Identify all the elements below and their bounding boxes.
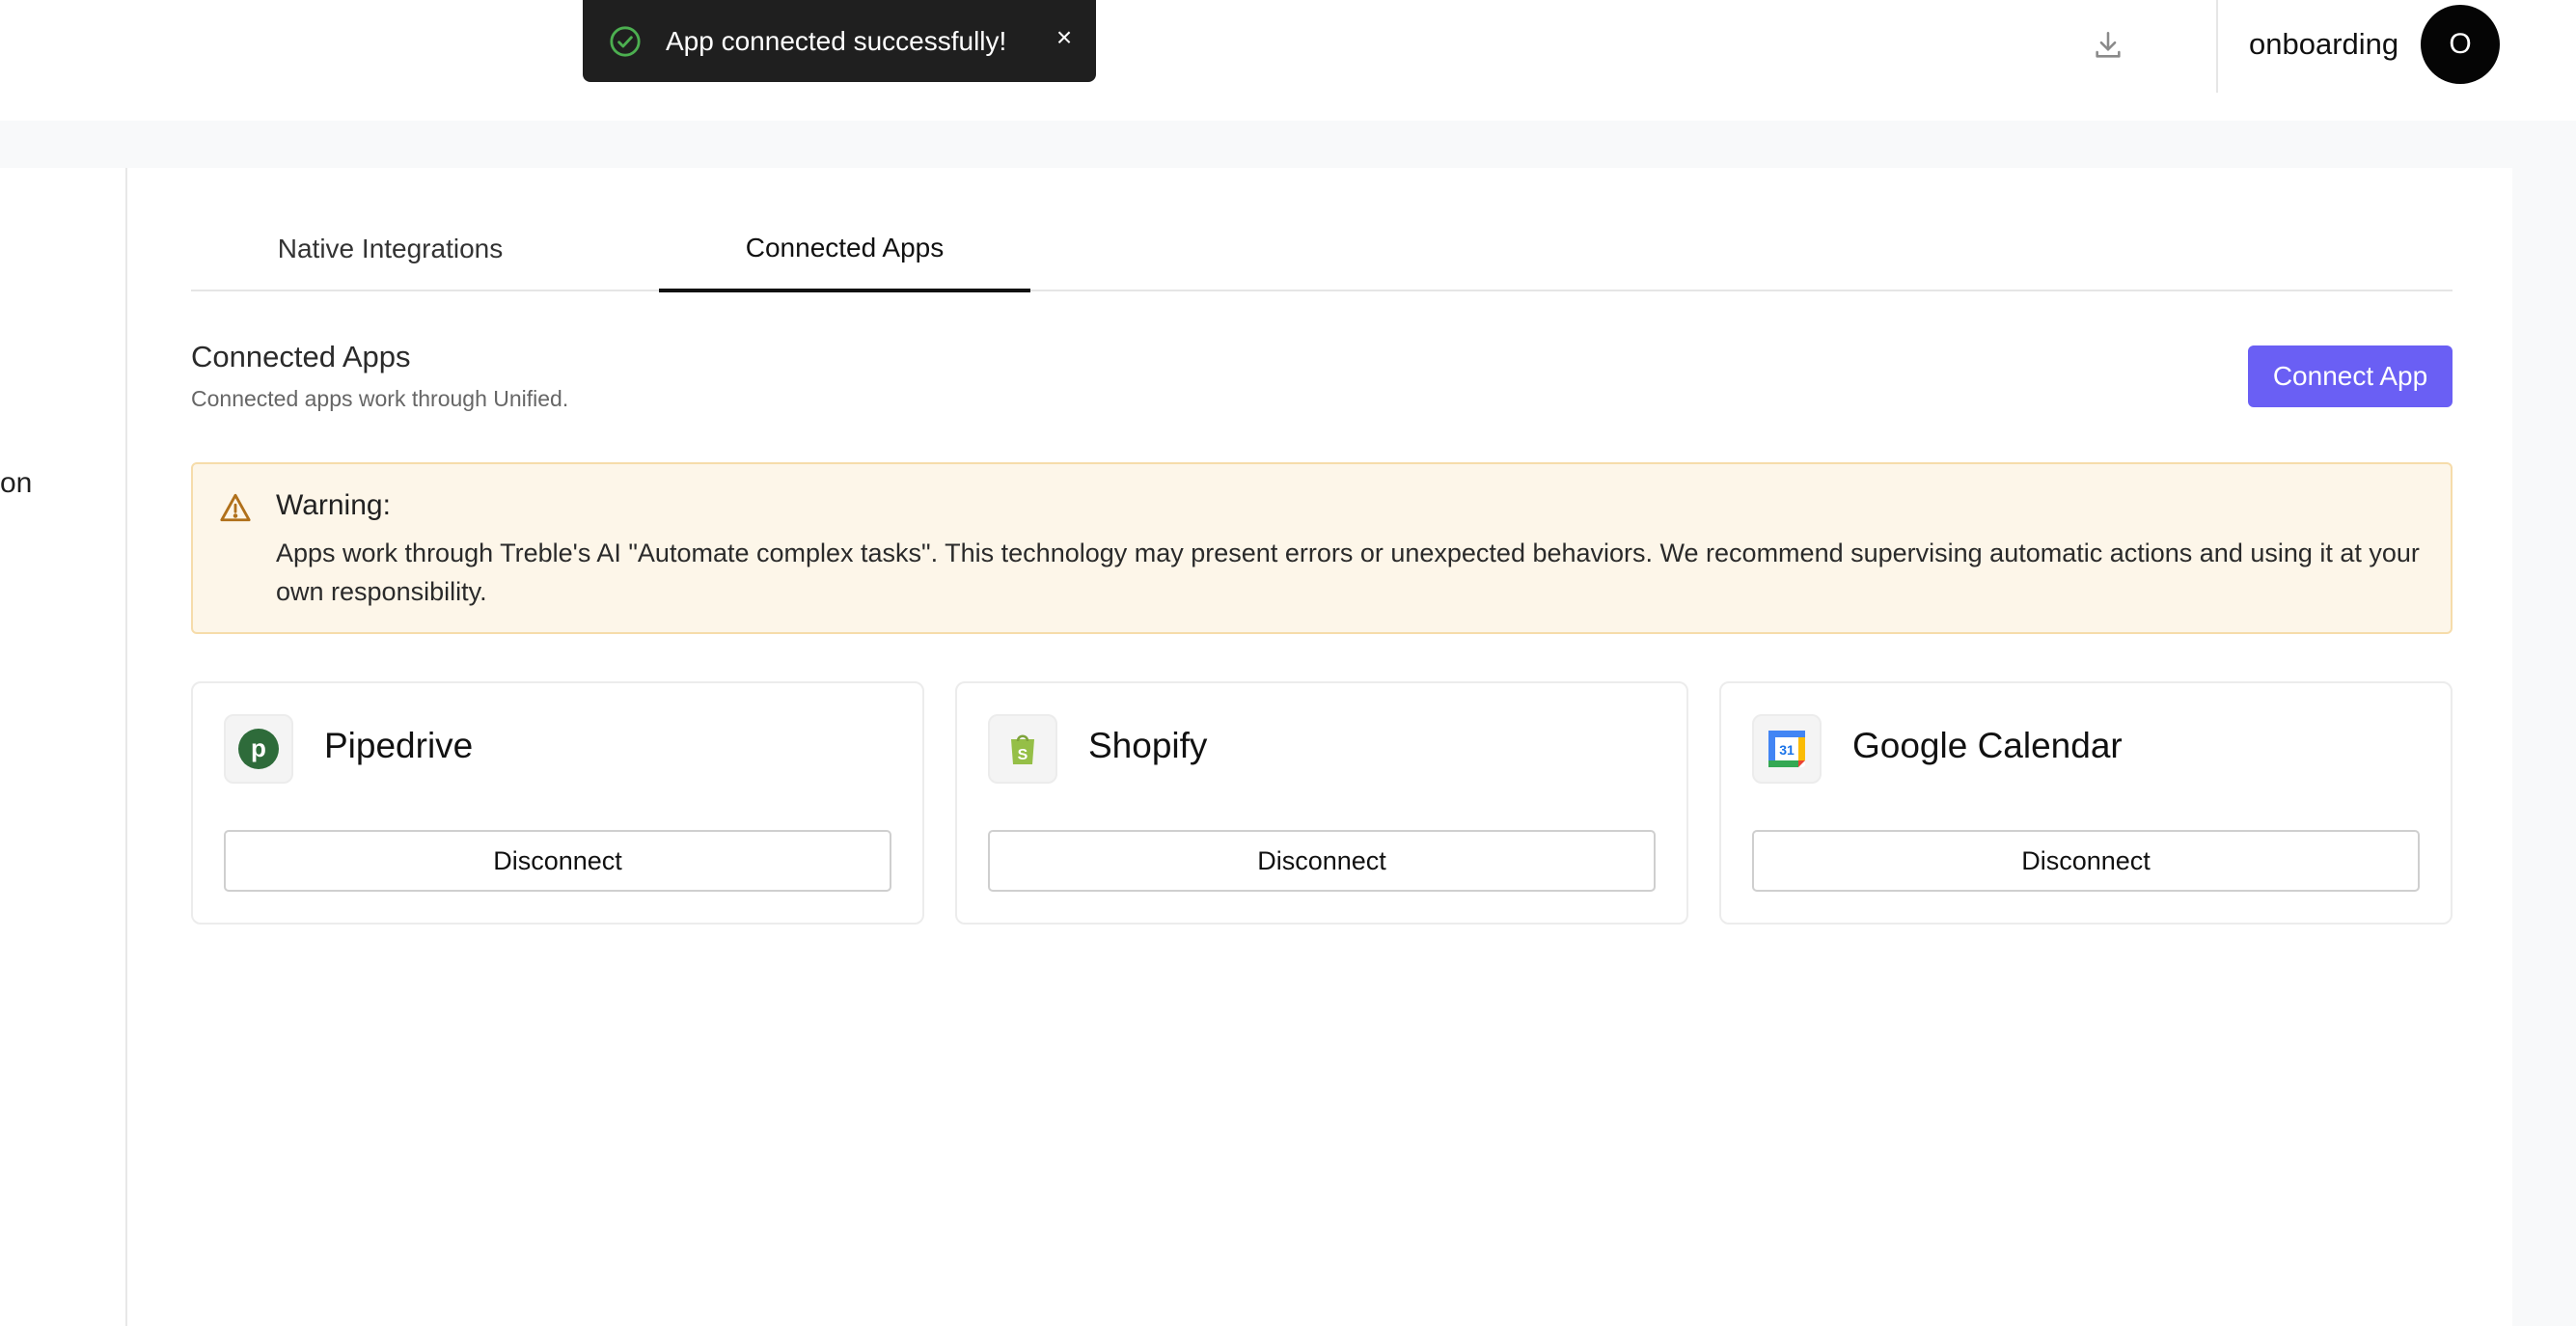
app-card-list: p Pipedrive Disconnect S Shopify Disconn… [191,681,2453,925]
toast-message: App connected successfully! [666,25,1007,56]
top-bar: onboarding O [0,0,2576,121]
disconnect-button[interactable]: Disconnect [988,830,1656,892]
user-name[interactable]: onboarding [2249,25,2398,64]
success-toast: App connected successfully! × [583,0,1096,82]
warning-title: Warning: [276,489,391,521]
pipedrive-icon: p [238,729,279,769]
tab-connected-apps[interactable]: Connected Apps [659,207,1030,292]
tab-bar: Native Integrations Connected Apps [191,207,2453,292]
svg-text:S: S [1018,747,1028,763]
app-name: Pipedrive [324,726,474,765]
tab-native-integrations[interactable]: Native Integrations [191,207,589,291]
topbar-divider [2216,0,2218,93]
app-logo: 31 [1752,714,1822,784]
download-button[interactable] [2084,21,2132,69]
app-name: Google Calendar [1852,726,2123,765]
download-icon [2096,31,2121,58]
right-gutter [2512,168,2576,1326]
check-circle-icon [608,24,643,59]
warning-banner: Warning: Apps work through Treble's AI "… [191,462,2453,634]
app-name: Shopify [1088,726,1208,765]
svg-text:p: p [251,733,266,762]
google-calendar-icon: 31 [1768,731,1805,767]
shopify-icon: S [1011,734,1034,764]
disconnect-button[interactable]: Disconnect [1752,830,2420,892]
sidebar-item-label[interactable]: on [0,467,32,500]
warning-triangle-icon [220,493,251,522]
app-logo: S [988,714,1057,784]
app-logo: p [224,714,293,784]
page-background-band [0,121,2576,168]
sidebar: on [0,168,127,1326]
app-card-shopify: S Shopify Disconnect [955,681,1688,925]
disconnect-button[interactable]: Disconnect [224,830,891,892]
section-subtitle: Connected apps work through Unified. [191,386,569,411]
app-card-pipedrive: p Pipedrive Disconnect [191,681,924,925]
calendar-day-number: 31 [1779,742,1795,758]
connect-app-button[interactable]: Connect App [2248,345,2453,407]
section-title: Connected Apps [191,340,411,373]
app-card-google-calendar: 31 Google Calendar Disconnect [1719,681,2453,925]
warning-text: Apps work through Treble's AI "Automate … [276,539,2420,606]
avatar[interactable]: O [2421,5,2500,84]
main-panel: Native Integrations Connected Apps Conne… [129,168,2512,1326]
toast-close-button[interactable]: × [1044,17,1084,58]
